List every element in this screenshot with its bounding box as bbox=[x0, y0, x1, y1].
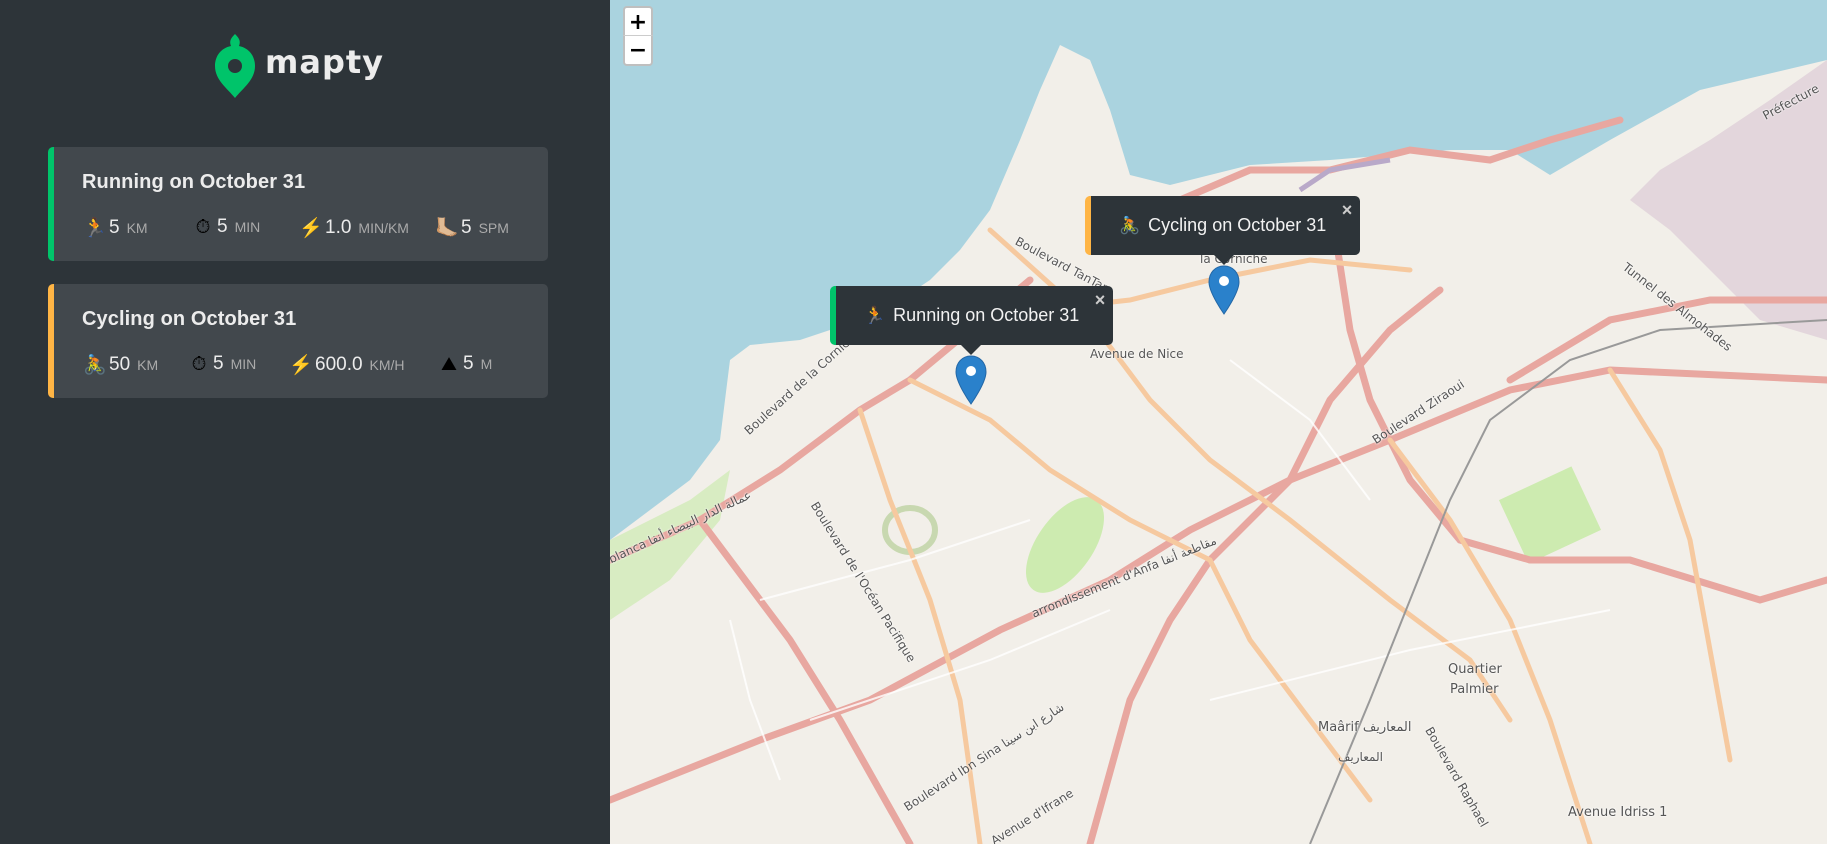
logo: mapty bbox=[215, 32, 384, 98]
speed-unit: KM/H bbox=[369, 357, 405, 373]
popup-running[interactable]: 🏃 Running on October 31 × bbox=[830, 286, 1114, 355]
sidebar: mapty Running on October 31 🏃 5 KM ⏱ 5 M… bbox=[0, 0, 610, 844]
distance-value: 50 bbox=[109, 354, 131, 375]
workout-details: 🚴 50 KM ⏱ 5 MIN ⚡️ 600.0 KM/H ⛰ 5 M bbox=[82, 352, 538, 378]
map-tiles[interactable] bbox=[610, 0, 1827, 844]
app-name: mapty bbox=[265, 43, 384, 81]
workout-speed: ⚡️ 600.0 KM/H bbox=[288, 352, 405, 376]
district-label: Maârif المعاريف bbox=[1318, 720, 1412, 735]
cadence-value: 5 bbox=[461, 217, 472, 238]
workout-title: Running on October 31 bbox=[82, 171, 306, 193]
workout-title: Cycling on October 31 bbox=[82, 308, 297, 330]
elevation-value: 5 bbox=[463, 353, 474, 374]
lightning-icon: ⚡️ bbox=[289, 354, 313, 376]
popup-text: Running on October 31 bbox=[893, 305, 1080, 325]
map[interactable]: Boulevard de la Corniche la Corniche Bou… bbox=[610, 0, 1827, 844]
zoom-in-button[interactable]: + bbox=[623, 6, 653, 36]
duration-value: 5 bbox=[217, 216, 228, 237]
workout-pace: ⚡️ 1.0 MIN/KM bbox=[298, 215, 409, 239]
distance-value: 5 bbox=[109, 217, 120, 238]
street-label: Avenue de Nice bbox=[1090, 347, 1184, 361]
mountain-icon: ⛰ bbox=[441, 353, 457, 375]
foot-icon: 🦶🏼 bbox=[435, 217, 459, 239]
runner-icon: 🏃 bbox=[83, 217, 107, 239]
workout-elevation: ⛰ 5 M bbox=[436, 352, 492, 375]
pace-value: 1.0 bbox=[325, 217, 352, 238]
cyclist-icon: 🚴 bbox=[1119, 215, 1141, 235]
cadence-unit: SPM bbox=[478, 220, 509, 236]
duration-unit: MIN bbox=[234, 219, 261, 235]
distance-unit: KM bbox=[137, 357, 159, 373]
workout-cadence: 🦶🏼 5 SPM bbox=[434, 215, 509, 239]
runner-icon: 🏃 bbox=[864, 305, 886, 325]
duration-value: 5 bbox=[213, 353, 224, 374]
map-pin-logo-icon bbox=[215, 34, 255, 98]
map-marker-cycling[interactable] bbox=[1208, 265, 1240, 315]
workout-card-running[interactable]: Running on October 31 🏃 5 KM ⏱ 5 MIN ⚡️ … bbox=[48, 147, 548, 261]
close-icon[interactable]: × bbox=[1095, 290, 1106, 311]
district-label: Palmier bbox=[1450, 682, 1499, 697]
map-marker-running[interactable] bbox=[955, 355, 987, 405]
district-label: المعاريف bbox=[1338, 750, 1383, 764]
stopwatch-icon: ⏱ bbox=[191, 353, 207, 375]
close-icon[interactable]: × bbox=[1342, 200, 1353, 221]
speed-value: 600.0 bbox=[315, 354, 363, 375]
elevation-unit: M bbox=[480, 356, 493, 372]
popup-cycling[interactable]: 🚴 Cycling on October 31 × bbox=[1085, 196, 1361, 265]
workout-details: 🏃 5 KM ⏱ 5 MIN ⚡️ 1.0 MIN/KM 🦶🏼 5 SPM bbox=[82, 215, 538, 241]
cyclist-icon: 🚴 bbox=[83, 354, 107, 376]
street-label: Avenue Idriss 1 bbox=[1568, 805, 1668, 820]
workout-distance: 🚴 50 KM bbox=[82, 352, 158, 376]
popup-text: Cycling on October 31 bbox=[1148, 215, 1327, 235]
workout-duration: ⏱ 5 MIN bbox=[186, 352, 257, 375]
workout-distance: 🏃 5 KM bbox=[82, 215, 148, 239]
stopwatch-icon: ⏱ bbox=[195, 216, 211, 238]
zoom-out-button[interactable]: − bbox=[623, 36, 653, 66]
workout-duration: ⏱ 5 MIN bbox=[190, 215, 261, 238]
district-label: Quartier bbox=[1448, 662, 1502, 677]
popup-tip bbox=[1214, 255, 1234, 265]
distance-unit: KM bbox=[126, 220, 148, 236]
pace-unit: MIN/KM bbox=[358, 220, 409, 236]
popup-tip bbox=[961, 345, 981, 355]
workout-card-cycling[interactable]: Cycling on October 31 🚴 50 KM ⏱ 5 MIN ⚡️… bbox=[48, 284, 548, 398]
lightning-icon: ⚡️ bbox=[299, 217, 323, 239]
duration-unit: MIN bbox=[230, 356, 257, 372]
